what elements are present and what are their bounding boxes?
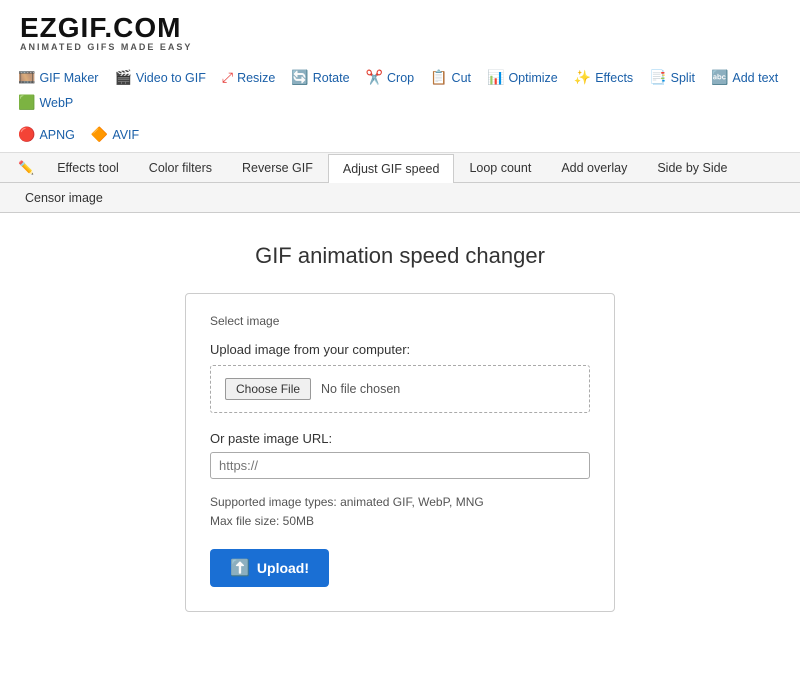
nav-avif-label: AVIF bbox=[112, 128, 139, 142]
card-legend: Select image bbox=[210, 314, 590, 328]
file-chosen-text: No file chosen bbox=[321, 382, 400, 396]
upload-card: Select image Upload image from your comp… bbox=[185, 293, 615, 612]
top-nav-row2: 🔴 APNG 🔶 AVIF bbox=[0, 120, 800, 153]
upload-button[interactable]: ⬆️ Upload! bbox=[210, 549, 329, 587]
file-input-area: Choose File No file chosen bbox=[210, 365, 590, 413]
supported-types-line2: Max file size: 50MB bbox=[210, 514, 314, 528]
url-label: Or paste image URL: bbox=[210, 431, 590, 446]
nav-optimize-label: Optimize bbox=[508, 71, 557, 85]
upload-button-label: Upload! bbox=[257, 560, 309, 576]
nav-rotate-label: Rotate bbox=[313, 71, 350, 85]
nav-webp[interactable]: 🟩 WebP bbox=[10, 90, 81, 115]
nav-video-to-gif-label: Video to GIF bbox=[136, 71, 206, 85]
tab-side-by-side[interactable]: Side by Side bbox=[642, 153, 742, 182]
tab-reverse-gif[interactable]: Reverse GIF bbox=[227, 153, 328, 182]
nav-split-label: Split bbox=[671, 71, 695, 85]
nav-resize[interactable]: ⤢ Resize bbox=[214, 65, 283, 90]
upload-from-computer-label: Upload image from your computer: bbox=[210, 342, 590, 357]
video-to-gif-icon: 🎬 bbox=[114, 69, 131, 86]
header: EZGIF.COM ANIMATED GIFS MADE EASY bbox=[0, 0, 800, 60]
top-nav-row1: 🎞️ GIF Maker 🎬 Video to GIF ⤢ Resize 🔄 R… bbox=[0, 60, 800, 120]
add-text-icon: 🔤 bbox=[711, 69, 728, 86]
main-content: GIF animation speed changer Select image… bbox=[0, 213, 800, 642]
supported-info: Supported image types: animated GIF, Web… bbox=[210, 493, 590, 531]
optimize-icon: 📊 bbox=[487, 69, 504, 86]
nav-crop[interactable]: ✂️ Crop bbox=[358, 65, 423, 90]
nav-gif-maker-label: GIF Maker bbox=[39, 71, 98, 85]
nav-add-text[interactable]: 🔤 Add text bbox=[703, 65, 786, 90]
nav-effects-label: Effects bbox=[595, 71, 633, 85]
webp-icon: 🟩 bbox=[18, 94, 35, 111]
tab-add-overlay[interactable]: Add overlay bbox=[546, 153, 642, 182]
nav-apng-label: APNG bbox=[39, 128, 74, 142]
effects-icon: ✨ bbox=[574, 69, 591, 86]
upload-icon: ⬆️ bbox=[230, 558, 250, 578]
effects-sub-nav-row2: Censor image bbox=[0, 183, 800, 213]
url-input[interactable] bbox=[210, 452, 590, 479]
nav-split[interactable]: 📑 Split bbox=[641, 65, 703, 90]
avif-icon: 🔶 bbox=[91, 126, 108, 143]
effects-sub-nav-icon: ✏️ bbox=[10, 154, 42, 182]
nav-crop-label: Crop bbox=[387, 71, 414, 85]
cut-icon: 📋 bbox=[430, 69, 447, 86]
effects-sub-nav: ✏️ Effects tool Color filters Reverse GI… bbox=[0, 153, 800, 183]
nav-video-to-gif[interactable]: 🎬 Video to GIF bbox=[106, 65, 213, 90]
tab-effects-tool[interactable]: Effects tool bbox=[42, 153, 134, 182]
page-title: GIF animation speed changer bbox=[255, 243, 545, 269]
nav-cut-label: Cut bbox=[452, 71, 471, 85]
crop-icon: ✂️ bbox=[366, 69, 383, 86]
nav-gif-maker[interactable]: 🎞️ GIF Maker bbox=[10, 65, 106, 90]
nav-rotate[interactable]: 🔄 Rotate bbox=[283, 65, 357, 90]
split-icon: 📑 bbox=[649, 69, 666, 86]
nav-resize-label: Resize bbox=[237, 71, 275, 85]
logo-subtitle: ANIMATED GIFS MADE EASY bbox=[20, 42, 780, 52]
apng-icon: 🔴 bbox=[18, 126, 35, 143]
logo-title: EZGIF.COM bbox=[20, 12, 780, 44]
nav-webp-label: WebP bbox=[39, 96, 73, 110]
rotate-icon: 🔄 bbox=[291, 69, 308, 86]
nav-avif[interactable]: 🔶 AVIF bbox=[83, 122, 147, 147]
supported-types-line1: Supported image types: animated GIF, Web… bbox=[210, 495, 484, 509]
tab-color-filters[interactable]: Color filters bbox=[134, 153, 227, 182]
nav-effects[interactable]: ✨ Effects bbox=[566, 65, 641, 90]
nav-cut[interactable]: 📋 Cut bbox=[422, 65, 479, 90]
gif-maker-icon: 🎞️ bbox=[18, 69, 35, 86]
resize-icon: ⤢ bbox=[222, 69, 233, 86]
nav-optimize[interactable]: 📊 Optimize bbox=[479, 65, 566, 90]
tab-adjust-gif-speed[interactable]: Adjust GIF speed bbox=[328, 154, 455, 183]
tab-loop-count[interactable]: Loop count bbox=[454, 153, 546, 182]
nav-add-text-label: Add text bbox=[732, 71, 778, 85]
tab-censor-image[interactable]: Censor image bbox=[10, 183, 118, 212]
nav-apng[interactable]: 🔴 APNG bbox=[10, 122, 83, 147]
choose-file-button[interactable]: Choose File bbox=[225, 378, 311, 400]
